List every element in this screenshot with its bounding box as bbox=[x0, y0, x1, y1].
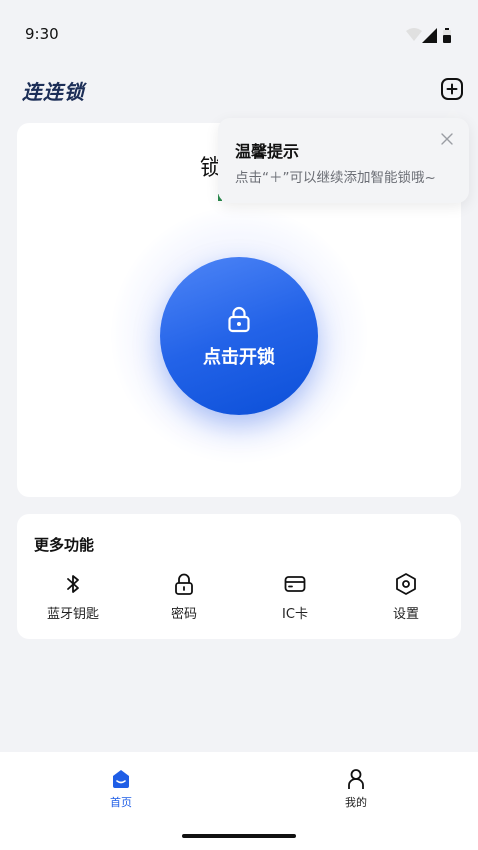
feature-label: 设置 bbox=[392, 607, 419, 622]
feature-password[interactable]: 密码 bbox=[144, 570, 224, 626]
settings-hexagon-icon bbox=[396, 573, 416, 595]
card-icon bbox=[284, 576, 306, 592]
tab-profile[interactable]: 我的 bbox=[326, 766, 386, 810]
tab-label-home: 首页 bbox=[110, 796, 132, 809]
profile-icon bbox=[348, 769, 364, 789]
wifi-icon bbox=[406, 28, 422, 41]
app-title: 连连锁 bbox=[22, 80, 85, 104]
feature-label: IC卡 bbox=[282, 607, 308, 622]
tip-popover: 温馨提示 点击“＋”可以继续添加智能锁哦~ bbox=[218, 118, 469, 203]
close-icon[interactable] bbox=[440, 132, 454, 146]
lock-icon bbox=[175, 573, 193, 595]
battery-icon bbox=[443, 28, 451, 43]
feature-ic-card[interactable]: IC卡 bbox=[255, 570, 335, 626]
signal-icon bbox=[422, 28, 437, 43]
tooltip-title: 温馨提示 bbox=[235, 142, 300, 161]
add-lock-button[interactable] bbox=[440, 77, 464, 101]
tab-label-profile: 我的 bbox=[345, 796, 367, 809]
feature-bluetooth-key[interactable]: 蓝牙钥匙 bbox=[33, 570, 113, 626]
more-functions-card: 更多功能 蓝牙钥匙 密码 IC卡 设置 bbox=[17, 514, 461, 639]
feature-label: 密码 bbox=[170, 607, 197, 622]
feature-label: 蓝牙钥匙 bbox=[46, 607, 99, 622]
more-functions-title: 更多功能 bbox=[34, 536, 95, 554]
tooltip-text: 点击“＋”可以继续添加智能锁哦~ bbox=[235, 170, 436, 186]
feature-settings[interactable]: 设置 bbox=[366, 570, 446, 626]
status-time: 9:30 bbox=[25, 25, 59, 43]
bluetooth-icon bbox=[67, 575, 79, 593]
status-bar: 9:30 bbox=[0, 0, 478, 66]
unlock-button[interactable]: 点击开锁 bbox=[160, 257, 318, 415]
tooltip-arrow bbox=[444, 108, 462, 118]
status-icons bbox=[406, 28, 451, 43]
lock-icon bbox=[228, 306, 250, 333]
unlock-label: 点击开锁 bbox=[203, 347, 275, 368]
tab-home[interactable]: 首页 bbox=[91, 766, 151, 810]
home-icon bbox=[113, 770, 129, 788]
home-indicator bbox=[182, 834, 296, 838]
